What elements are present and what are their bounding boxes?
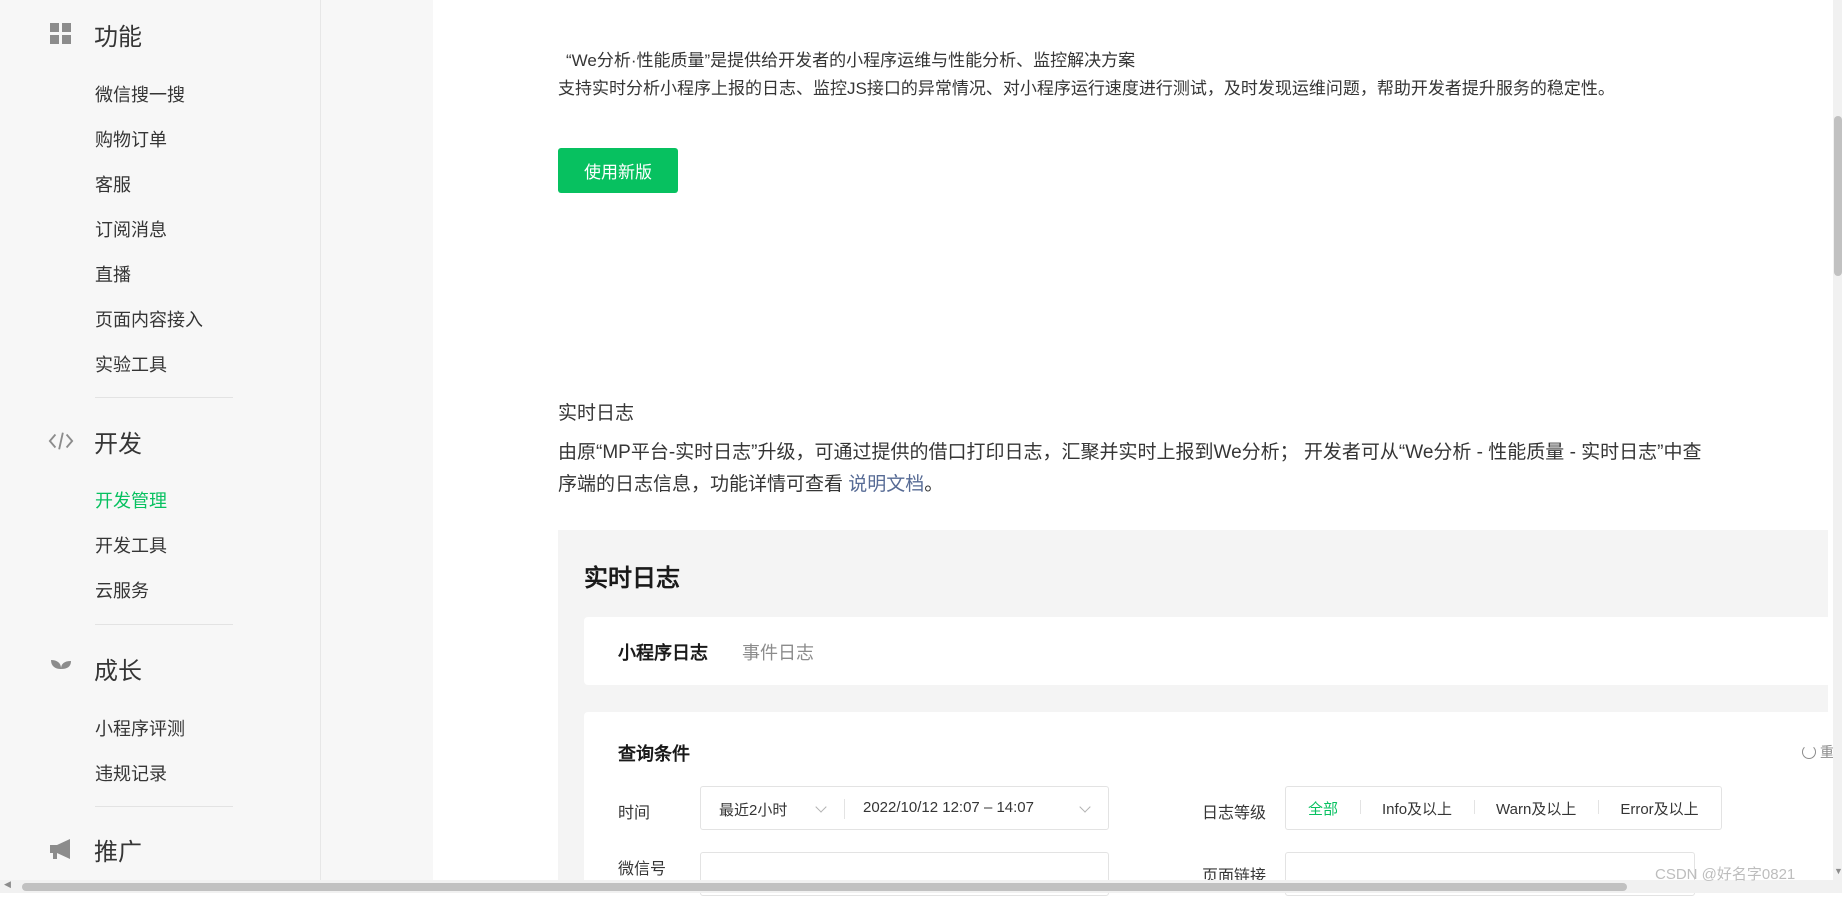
wechat-id-label: 微信号 bbox=[618, 861, 667, 878]
time-label: 时间 bbox=[618, 805, 651, 822]
level-info[interactable]: Info及以上 bbox=[1360, 798, 1474, 819]
code-icon bbox=[48, 428, 74, 454]
sidebar-item-dev-management[interactable]: 开发管理 bbox=[95, 488, 167, 514]
nav-section-promotion[interactable]: 推广 bbox=[48, 834, 142, 866]
docs-link[interactable]: 说明文档 bbox=[848, 474, 924, 495]
intro-text-line2: 支持实时分析小程序上报的日志、监控JS接口的异常情况、对小程序运行速度进行测试，… bbox=[558, 79, 1615, 98]
horizontal-scroll-thumb[interactable] bbox=[22, 883, 1627, 891]
reset-button[interactable]: 重 bbox=[1802, 742, 1834, 762]
realtime-log-heading: 实时日志 bbox=[558, 403, 635, 424]
use-new-version-button[interactable]: 使用新版 bbox=[558, 148, 678, 193]
sidebar-item-wechat-search[interactable]: 微信搜一搜 bbox=[95, 82, 185, 108]
log-tabs: 小程序日志 事件日志 bbox=[584, 617, 1834, 685]
nav-section-develop[interactable]: 开发 bbox=[48, 426, 142, 458]
chevron-down-icon bbox=[815, 801, 827, 813]
refresh-icon bbox=[1802, 745, 1816, 759]
time-range-picker[interactable]: 最近2小时 2022/10/12 12:07 – 14:07 bbox=[700, 786, 1109, 830]
reset-label: 重 bbox=[1820, 744, 1834, 760]
sidebar-item-evaluation[interactable]: 小程序评测 bbox=[95, 716, 185, 742]
sidebar-item-shopping-orders[interactable]: 购物订单 bbox=[95, 127, 167, 153]
nav-section-title: 开发 bbox=[94, 430, 142, 458]
intro-text-line1: “We分析·性能质量”是提供给开发者的小程序运维与性能分析、监控解决方案 bbox=[566, 51, 1136, 70]
sidebar-item-page-content[interactable]: 页面内容接入 bbox=[95, 307, 203, 333]
panel-title: 实时日志 bbox=[584, 565, 680, 592]
field-separator bbox=[844, 799, 845, 819]
level-warn[interactable]: Warn及以上 bbox=[1474, 798, 1598, 819]
nav-divider bbox=[95, 806, 233, 807]
sidebar-item-violations[interactable]: 违规记录 bbox=[95, 761, 167, 787]
nav-section-title: 成长 bbox=[94, 657, 142, 685]
description-end: 。 bbox=[924, 474, 944, 495]
nav-section-title: 推广 bbox=[94, 838, 142, 866]
time-value[interactable]: 2022/10/12 12:07 – 14:07 bbox=[863, 799, 1034, 816]
log-level-label: 日志等级 bbox=[1202, 805, 1267, 822]
tab-event-log[interactable]: 事件日志 bbox=[742, 639, 814, 665]
sprout-icon bbox=[48, 655, 74, 681]
sidebar-item-subscribe-messages[interactable]: 订阅消息 bbox=[95, 217, 167, 243]
chevron-down-icon bbox=[1079, 801, 1091, 813]
scroll-down-arrow-icon[interactable]: ▼ bbox=[1834, 866, 1842, 876]
time-range-select[interactable]: 最近2小时 bbox=[719, 799, 787, 820]
nav-section-growth[interactable]: 成长 bbox=[48, 653, 142, 685]
sidebar-item-experiment-tools[interactable]: 实验工具 bbox=[95, 352, 167, 378]
sidebar-item-customer-service[interactable]: 客服 bbox=[95, 172, 131, 198]
log-level-selector: 全部 Info及以上 Warn及以上 Error及以上 bbox=[1285, 786, 1722, 830]
realtime-log-panel: 实时日志 小程序日志 事件日志 查询条件 重 时间 最近2小时 2022/10/… bbox=[558, 530, 1834, 912]
description-line2: 序端的日志信息，功能详情可查看 bbox=[558, 474, 849, 495]
query-title: 查询条件 bbox=[618, 744, 690, 764]
nav-divider bbox=[95, 624, 233, 625]
realtime-log-description: 由原“MP平台-实时日志”升级，可通过提供的借口打印日志，汇聚并实时上报到We分… bbox=[558, 437, 1828, 501]
vertical-scroll-thumb[interactable] bbox=[1834, 116, 1842, 276]
scroll-left-arrow-icon[interactable]: ◀ bbox=[4, 879, 11, 890]
content-gutter bbox=[321, 0, 433, 880]
nav-divider bbox=[95, 397, 233, 398]
sidebar-item-live[interactable]: 直播 bbox=[95, 262, 131, 288]
nav-section-features[interactable]: 功能 bbox=[48, 19, 142, 51]
level-all[interactable]: 全部 bbox=[1286, 798, 1360, 819]
sidebar-item-dev-tools[interactable]: 开发工具 bbox=[95, 533, 167, 559]
megaphone-icon bbox=[48, 836, 74, 862]
grid-icon bbox=[48, 21, 74, 47]
description-line1: 由原“MP平台-实时日志”升级，可通过提供的借口打印日志，汇聚并实时上报到We分… bbox=[558, 442, 1702, 463]
nav-section-title: 功能 bbox=[94, 23, 142, 51]
level-error[interactable]: Error及以上 bbox=[1598, 798, 1720, 819]
tab-miniprogram-log[interactable]: 小程序日志 bbox=[618, 639, 708, 665]
watermark: CSDN @好名字0821 bbox=[1655, 866, 1796, 883]
sidebar-item-cloud-service[interactable]: 云服务 bbox=[95, 578, 149, 604]
